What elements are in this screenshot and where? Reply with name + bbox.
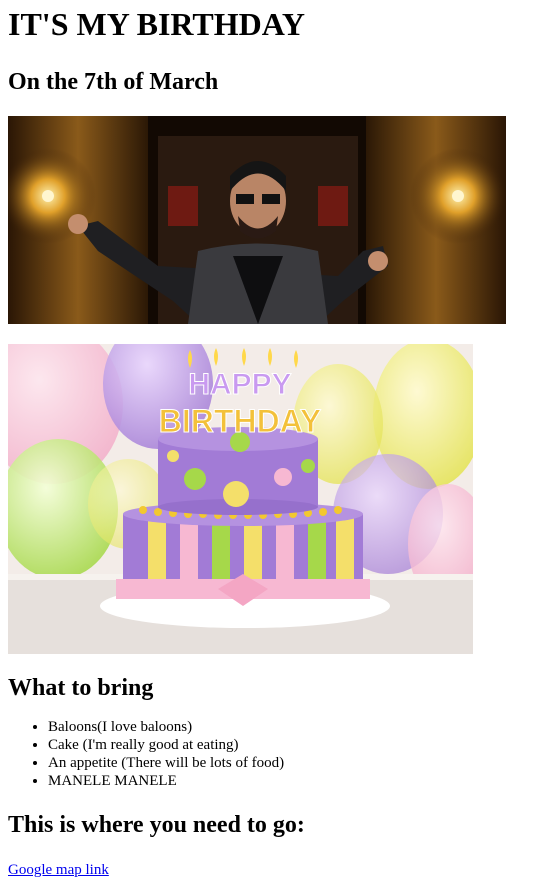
list-item: An appetite (There will be lots of food) [48,754,530,772]
list-item: MANELE MANELE [48,772,530,790]
date-subtitle: On the 7th of March [8,69,219,95]
bring-list: Baloons(I love baloons) Cake (I'm really… [8,718,530,790]
location-heading: This is where you need to go: [8,812,305,838]
singer-photo [8,116,506,324]
birthday-cake-photo: HAPPY BIRTHDAY [8,344,473,654]
svg-text:HAPPY: HAPPY [188,368,291,401]
list-item: Baloons(I love baloons) [48,718,530,736]
list-item: Cake (I'm really good at eating) [48,736,530,754]
google-map-link[interactable]: Google map link [8,862,109,879]
svg-text:BIRTHDAY: BIRTHDAY [159,403,321,439]
what-to-bring-heading: What to bring [8,675,154,701]
page-title: IT'S MY BIRTHDAY [8,6,306,42]
page: IT'S MY BIRTHDAY On the 7th of March HAP… [0,0,538,879]
